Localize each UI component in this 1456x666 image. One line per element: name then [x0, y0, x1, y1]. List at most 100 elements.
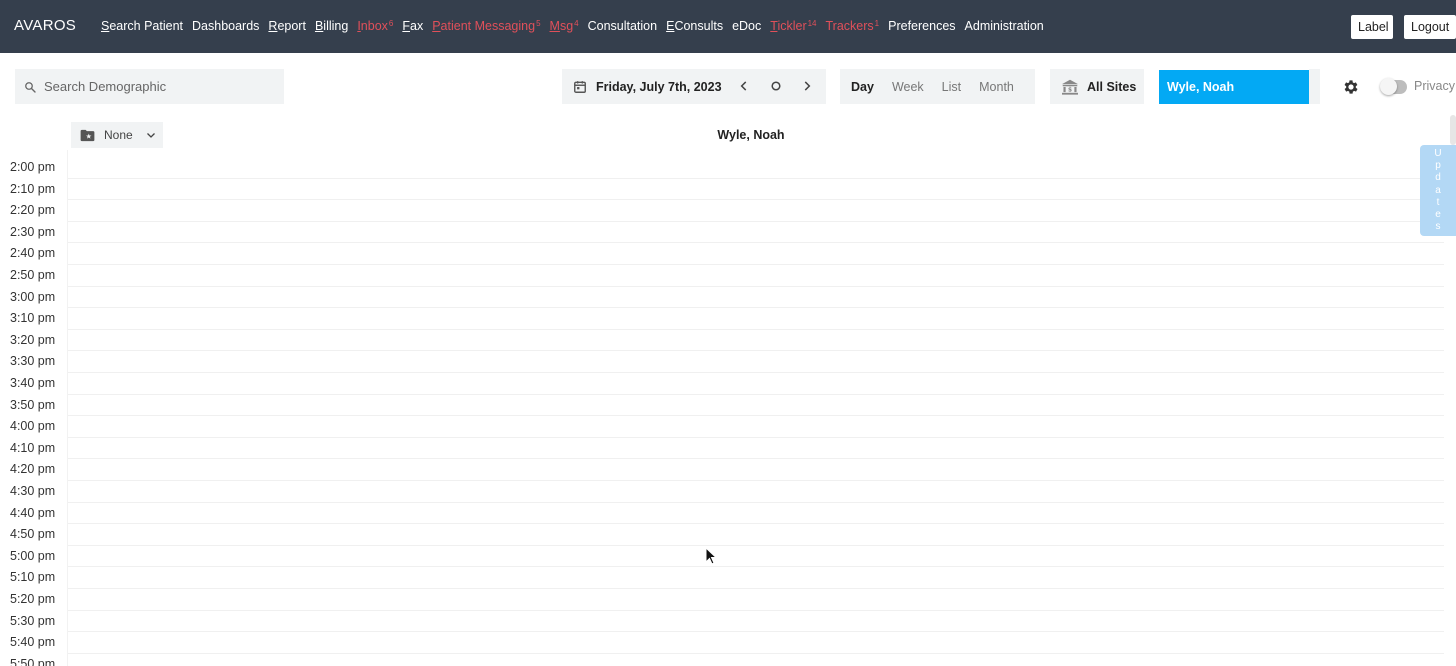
nav-fax[interactable]: Fax [402, 19, 423, 34]
provider-selector[interactable]: Wyle, Noah [1159, 70, 1309, 104]
brand-logo[interactable]: AVAROS [14, 17, 76, 34]
nav-preferences[interactable]: Preferences [888, 19, 955, 34]
nav-tickler-badge: 14 [807, 19, 817, 28]
chevron-right-icon[interactable] [800, 79, 814, 93]
updates-side-tab[interactable]: Updates [1420, 145, 1456, 236]
chevron-left-icon[interactable] [737, 79, 751, 93]
privacy-label: Privacy [1414, 79, 1455, 93]
nav-trackers[interactable]: Trackers1 [826, 19, 880, 34]
calendar-icon[interactable] [573, 80, 587, 94]
time-slot-label: 4:00 pm [10, 419, 56, 434]
time-slot-row[interactable]: 4:30 pm [0, 481, 1456, 503]
updates-tab-letter: p [1435, 160, 1441, 172]
tab-list[interactable]: List [942, 80, 961, 94]
time-slot-label: 3:00 pm [10, 289, 56, 304]
time-slot-row[interactable]: 2:20 pm [0, 200, 1456, 222]
time-slot-row[interactable]: 4:40 pm [0, 503, 1456, 525]
nav-dashboards[interactable]: Dashboards [192, 19, 259, 34]
time-slot-row[interactable]: 5:30 pm [0, 611, 1456, 633]
nav-search-patient-label: earch Patient [109, 19, 184, 33]
nav-patient-messaging-label: atient Messaging [440, 19, 536, 33]
folder-star-icon [80, 129, 95, 141]
updates-tab-letter: t [1436, 196, 1440, 208]
chevron-down-icon [147, 133, 155, 138]
time-slot-row[interactable]: 3:50 pm [0, 395, 1456, 417]
time-slot-label: 5:10 pm [10, 570, 56, 585]
time-slot-row[interactable]: 4:00 pm [0, 416, 1456, 438]
mouse-cursor-icon [705, 547, 717, 565]
nav-search-patient[interactable]: Search Patient [101, 19, 183, 34]
updates-tab-letter: e [1435, 209, 1441, 221]
search-demographic-input[interactable] [44, 79, 264, 94]
nav-msg[interactable]: Msg4 [550, 19, 579, 34]
time-slot-label: 2:50 pm [10, 268, 56, 282]
time-slot-row[interactable]: 3:30 pm [0, 351, 1456, 373]
time-slot-label: 3:20 pm [10, 332, 56, 347]
nav-billing-label: illing [323, 19, 349, 33]
scrollbar-hint[interactable] [1450, 115, 1456, 145]
time-slot-label: 4:20 pm [10, 462, 56, 477]
time-slot-label: 4:40 pm [10, 505, 56, 520]
gear-icon[interactable] [1342, 78, 1360, 96]
nav-patient-messaging[interactable]: Patient Messaging5 [432, 19, 540, 34]
nav-dashboards-label: Dashboards [192, 19, 260, 33]
tab-day[interactable]: Day [851, 80, 874, 94]
time-slot-label: 4:30 pm [10, 484, 56, 498]
top-navigation-bar: AVAROS Search Patient Dashboards Report Bil… [0, 0, 1456, 53]
bank-icon: $ [1062, 79, 1078, 95]
time-slot-label: 4:50 pm [10, 527, 56, 542]
time-slot-row[interactable]: 5:40 pm [0, 632, 1456, 654]
updates-tab-letter: d [1435, 172, 1441, 184]
time-slot-label: 5:40 pm [10, 635, 56, 650]
nav-administration-label: Administration [964, 19, 1044, 33]
all-sites-selector[interactable]: $ All Sites [1050, 69, 1144, 104]
nav-edoc[interactable]: eDoc [732, 19, 761, 34]
privacy-toggle[interactable] [1380, 78, 1407, 95]
nav-inbox-label: nbox [360, 19, 388, 33]
folder-filter-label: None [104, 128, 133, 142]
time-slot-row[interactable]: 3:00 pm [0, 287, 1456, 309]
nav-report[interactable]: Report [268, 19, 306, 34]
time-slot-row[interactable]: 5:10 pm [0, 567, 1456, 589]
time-slot-row[interactable]: 3:10 pm [0, 308, 1456, 330]
view-tabs: Day Week List Month [840, 69, 1035, 104]
current-date-label[interactable]: Friday, July 7th, 2023 [596, 80, 722, 94]
time-grid[interactable]: 2:00 pm 2:10 pm 2:20 pm 2:30 pm 2:40 pm 2:50 … [0, 150, 1456, 666]
svg-text:$: $ [1068, 87, 1072, 93]
time-slot-row[interactable]: 2:40 pm [0, 243, 1456, 265]
privacy-toggle-knob [1380, 78, 1397, 95]
nav-administration[interactable]: Administration [965, 19, 1044, 34]
time-slot-row[interactable]: 3:20 pm [0, 330, 1456, 352]
time-slot-row[interactable]: 2:10 pm [0, 179, 1456, 201]
time-slot-row[interactable]: 2:00 pm [0, 157, 1456, 179]
search-icon [25, 81, 36, 93]
nav-fax-mnemonic: F [402, 19, 410, 33]
nav-billing[interactable]: Billing [315, 19, 348, 34]
time-slot-row[interactable]: 4:10 pm [0, 438, 1456, 460]
updates-tab-letter: a [1435, 184, 1441, 196]
tab-month[interactable]: Month [979, 80, 1014, 94]
time-slot-label: 5:20 pm [10, 592, 56, 606]
time-slot-row[interactable]: 4:50 pm [0, 524, 1456, 546]
folder-filter-select[interactable]: None [71, 122, 163, 148]
logout-button[interactable]: Logout [1404, 15, 1456, 39]
nav-consultation[interactable]: Consultation [588, 19, 658, 34]
tab-week[interactable]: Week [892, 80, 924, 94]
nav-inbox[interactable]: Inbox6 [357, 19, 393, 34]
nav-econsults[interactable]: EConsults [666, 19, 723, 34]
time-slot-row[interactable]: 5:50 pm [0, 654, 1456, 666]
today-circle-icon[interactable] [769, 79, 783, 93]
time-slot-row[interactable]: 2:50 pm [0, 265, 1456, 287]
nav-tickler[interactable]: Tickler14 [770, 19, 816, 34]
time-slot-row[interactable]: 5:00 pm [0, 546, 1456, 568]
nav-trackers-badge: 1 [874, 19, 880, 28]
nav-preferences-label: Preferences [888, 19, 956, 33]
time-slot-row[interactable]: 3:40 pm [0, 373, 1456, 395]
time-slot-label: 5:50 pm [10, 656, 56, 666]
nav-inbox-badge: 6 [388, 19, 394, 28]
time-slot-row[interactable]: 5:20 pm [0, 589, 1456, 611]
time-slot-row[interactable]: 2:30 pm [0, 222, 1456, 244]
label-button[interactable]: Label [1351, 15, 1393, 39]
date-navigator: Friday, July 7th, 2023 [562, 69, 826, 104]
time-slot-row[interactable]: 4:20 pm [0, 459, 1456, 481]
